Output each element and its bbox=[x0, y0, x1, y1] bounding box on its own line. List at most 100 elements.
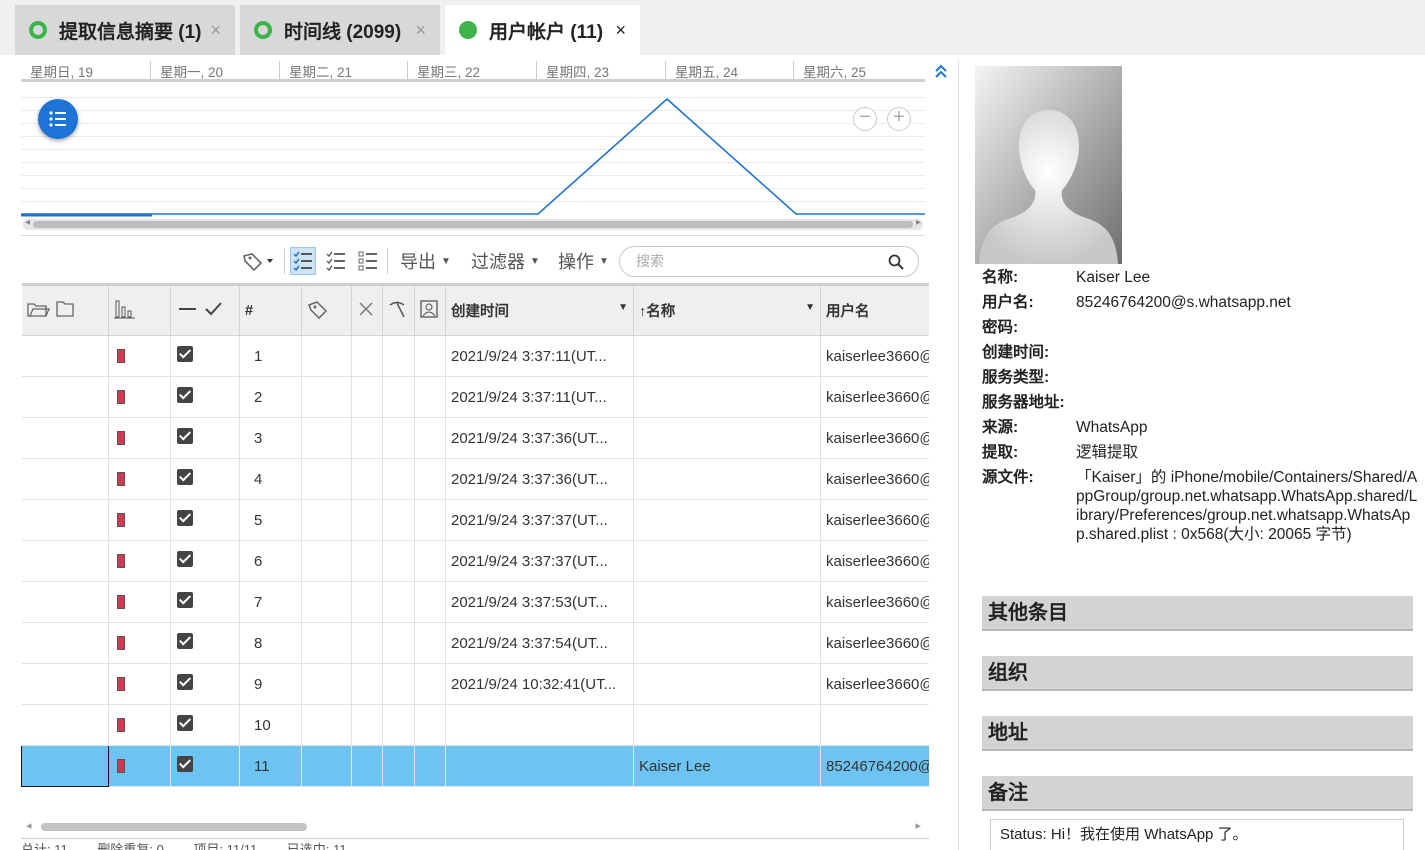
table-row[interactable]: 6 2021/9/24 3:37:37(UT... kaiserlee3660@ bbox=[21, 540, 929, 582]
table-row[interactable]: 5 2021/9/24 3:37:37(UT... kaiserlee3660@ bbox=[21, 499, 929, 541]
carved-column-header[interactable] bbox=[382, 283, 415, 336]
scrollbar-thumb[interactable] bbox=[41, 823, 307, 831]
flag-icon bbox=[117, 554, 125, 568]
actions-menu[interactable]: 操作 ▼ bbox=[558, 247, 609, 275]
chevron-down-icon[interactable]: ▼ bbox=[618, 302, 628, 313]
username-column-header[interactable]: 用户名 bbox=[820, 283, 929, 336]
checkbox[interactable] bbox=[177, 633, 193, 649]
export-menu[interactable]: 导出 ▼ bbox=[400, 247, 451, 275]
section-address[interactable]: 地址 bbox=[982, 716, 1413, 751]
collapse-up-icon[interactable] bbox=[931, 63, 951, 85]
scrollbar-thumb[interactable] bbox=[33, 221, 913, 228]
number-cell: 9 bbox=[239, 663, 302, 705]
zoom-out-button[interactable]: − bbox=[853, 107, 877, 131]
tag-cell bbox=[301, 499, 352, 541]
close-icon[interactable]: × bbox=[615, 20, 626, 41]
table-row[interactable]: 3 2021/9/24 3:37:36(UT... kaiserlee3660@ bbox=[21, 417, 929, 459]
section-other-items[interactable]: 其他条目 bbox=[982, 596, 1413, 631]
search-box[interactable] bbox=[619, 246, 919, 277]
contact-cell bbox=[414, 458, 446, 500]
folder-column-header[interactable] bbox=[21, 283, 109, 336]
carved-cell bbox=[382, 499, 415, 541]
contact-cell bbox=[414, 622, 446, 664]
chevron-down-icon[interactable]: ▼ bbox=[805, 302, 815, 313]
tab-user-accounts[interactable]: 用户帐户 (11) × bbox=[445, 5, 640, 55]
check-cell bbox=[170, 417, 240, 459]
table-row[interactable]: 10 bbox=[21, 704, 929, 746]
table-horizontal-scrollbar[interactable]: ◂ ▸ bbox=[21, 820, 929, 834]
folder-cell bbox=[21, 663, 109, 705]
checkbox[interactable] bbox=[177, 674, 193, 690]
deleted-column-header[interactable] bbox=[351, 283, 383, 336]
filter-label: 过滤器 bbox=[471, 252, 525, 272]
tag-cell bbox=[301, 622, 352, 664]
scroll-left-icon[interactable]: ◂ bbox=[26, 819, 32, 832]
scroll-left-icon[interactable]: ◂ bbox=[25, 217, 30, 228]
table-row[interactable]: 8 2021/9/24 3:37:54(UT... kaiserlee3660@ bbox=[21, 622, 929, 664]
accounts-table: # 创建时间 ▼ ↑名称 ▼ 用户名 1 2021/9/24 3:37:11(U… bbox=[21, 283, 929, 823]
search-input[interactable] bbox=[636, 253, 866, 269]
username-cell: 85246764200@ bbox=[820, 745, 929, 787]
checked-list-view-icon[interactable] bbox=[290, 247, 316, 275]
day-label: 星期三, 22 bbox=[407, 61, 480, 80]
timeline-scrollbar[interactable]: ◂ ▸ bbox=[23, 217, 923, 230]
folder-cell bbox=[21, 376, 109, 418]
tag-column-header[interactable] bbox=[301, 283, 352, 336]
table-row[interactable]: 9 2021/9/24 10:32:41(UT... kaiserlee3660@ bbox=[21, 663, 929, 705]
table-row[interactable]: 11 Kaiser Lee 85246764200@ bbox=[21, 745, 929, 787]
created-cell bbox=[445, 745, 634, 787]
list-view-icon[interactable] bbox=[355, 247, 381, 275]
check-all-icon[interactable] bbox=[323, 247, 349, 275]
checkbox[interactable] bbox=[177, 387, 193, 403]
tag-cell bbox=[301, 663, 352, 705]
table-row[interactable]: 1 2021/9/24 3:37:11(UT... kaiserlee3660@ bbox=[21, 335, 929, 377]
checkbox[interactable] bbox=[177, 428, 193, 444]
tag-dropdown-icon[interactable] bbox=[239, 247, 277, 275]
tab-timeline[interactable]: 时间线 (2099) × bbox=[240, 5, 440, 55]
number-column-header[interactable]: # bbox=[239, 283, 302, 336]
zoom-in-button[interactable]: + bbox=[887, 107, 911, 131]
folder-cell bbox=[21, 622, 109, 664]
table-row[interactable]: 4 2021/9/24 3:37:36(UT... kaiserlee3660@ bbox=[21, 458, 929, 500]
status-bar: 总计: 11 删除重复: 0 项目: 11/11 已选中: 11 bbox=[21, 838, 929, 850]
property-key: 创建时间: bbox=[982, 344, 1050, 361]
scroll-right-icon[interactable]: ▸ bbox=[916, 217, 921, 228]
property-row: 密码: bbox=[982, 318, 1418, 337]
checkbox[interactable] bbox=[177, 551, 193, 567]
flag-cell bbox=[108, 335, 171, 377]
filter-menu[interactable]: 过滤器 ▼ bbox=[471, 247, 540, 275]
checkbox[interactable] bbox=[177, 715, 193, 731]
checkbox[interactable] bbox=[177, 346, 193, 362]
checkbox[interactable] bbox=[177, 510, 193, 526]
contact-cell bbox=[414, 417, 446, 459]
property-key: 名称: bbox=[982, 269, 1019, 286]
check-cell bbox=[170, 704, 240, 746]
folder-cell bbox=[21, 581, 109, 623]
table-toolbar: 导出 ▼ 过滤器 ▼ 操作 ▼ bbox=[21, 242, 925, 280]
contact-column-header[interactable] bbox=[414, 283, 446, 336]
tab-extraction-summary[interactable]: 提取信息摘要 (1) × bbox=[15, 5, 235, 55]
section-organization[interactable]: 组织 bbox=[982, 656, 1413, 691]
search-icon[interactable] bbox=[888, 254, 904, 270]
table-row[interactable]: 2 2021/9/24 3:37:11(UT... kaiserlee3660@ bbox=[21, 376, 929, 418]
created-column-header[interactable]: 创建时间 ▼ bbox=[445, 283, 634, 336]
name-column-header[interactable]: ↑名称 ▼ bbox=[633, 283, 821, 336]
close-icon[interactable]: × bbox=[415, 20, 426, 41]
scroll-right-icon[interactable]: ▸ bbox=[915, 819, 921, 832]
section-notes[interactable]: 备注 bbox=[982, 776, 1413, 811]
checkbox[interactable] bbox=[177, 592, 193, 608]
timeline-list-button[interactable] bbox=[38, 99, 78, 139]
check-cell bbox=[170, 581, 240, 623]
close-icon[interactable]: × bbox=[210, 20, 221, 41]
check-column-header[interactable] bbox=[170, 283, 240, 336]
checkbox[interactable] bbox=[177, 469, 193, 485]
flag-column-header[interactable] bbox=[108, 283, 171, 336]
note-text: Status: Hi！我在使用 WhatsApp 了。 bbox=[990, 819, 1404, 850]
tag-cell bbox=[301, 376, 352, 418]
checkbox[interactable] bbox=[177, 756, 193, 772]
property-value: WhatsApp bbox=[1076, 419, 1148, 436]
created-cell: 2021/9/24 3:37:36(UT... bbox=[445, 458, 634, 500]
carved-cell bbox=[382, 417, 415, 459]
panel-divider[interactable] bbox=[958, 60, 959, 850]
table-row[interactable]: 7 2021/9/24 3:37:53(UT... kaiserlee3660@ bbox=[21, 581, 929, 623]
